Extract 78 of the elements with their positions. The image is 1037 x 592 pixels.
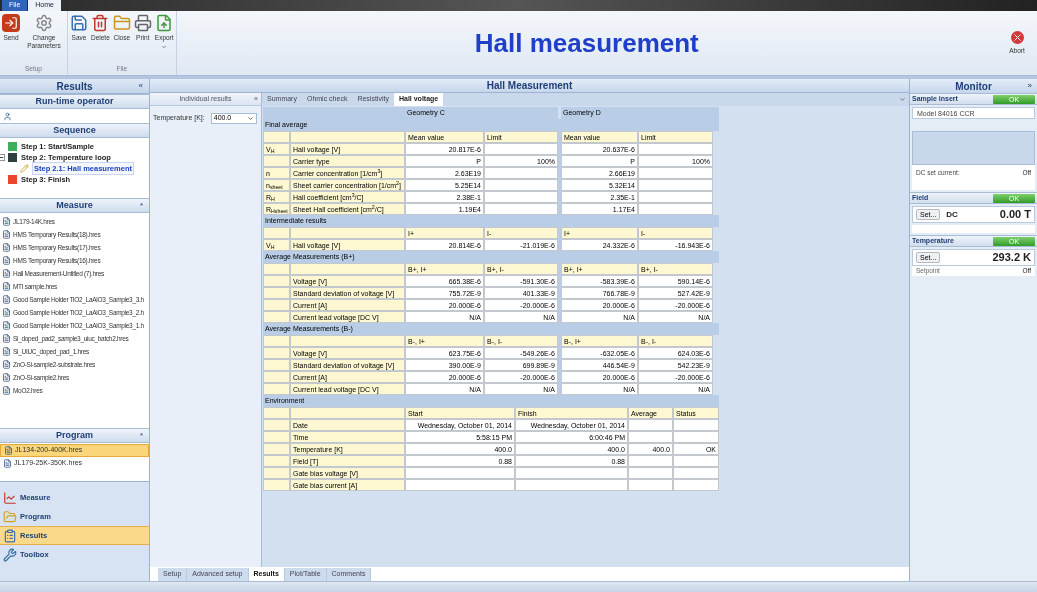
table-cell: [673, 419, 719, 431]
table-cell: [263, 371, 290, 383]
gear-icon: [35, 14, 53, 32]
collapse-button[interactable]: *: [139, 429, 143, 442]
folder-icon: [112, 14, 131, 32]
file-icon: [2, 282, 11, 291]
table-cell: [263, 347, 290, 359]
page-title: Hall measurement: [474, 26, 699, 60]
table-cell: [628, 431, 673, 443]
save-icon: [70, 14, 88, 32]
panel-title: Results: [56, 79, 93, 94]
file-icon: [2, 360, 11, 369]
file-icon: [2, 347, 11, 356]
table-cell: [628, 467, 673, 479]
file-icon: [4, 446, 13, 455]
file-icon: [2, 243, 11, 252]
table-cell: [673, 479, 719, 491]
table-cell: [263, 419, 290, 431]
table-cell: [263, 335, 290, 347]
table-cell: [263, 131, 290, 143]
collapse-icon[interactable]: [0, 154, 5, 161]
panel-title: Monitor: [955, 79, 992, 94]
file-icon: [2, 269, 11, 278]
collapse-button[interactable]: »: [1027, 80, 1032, 92]
table-cell: [263, 407, 290, 419]
delete-icon: [91, 14, 110, 32]
panel-title: Hall Measurement: [486, 79, 573, 93]
table-cell: [628, 479, 673, 491]
table-cell: [263, 155, 290, 167]
table-cell: [628, 455, 673, 467]
panel-title: Sequence: [53, 123, 96, 137]
clipboard-icon: [3, 528, 17, 543]
file-icon: [2, 217, 11, 226]
user-icon: [3, 111, 12, 121]
panel-title: Program: [56, 428, 93, 442]
panel-title: Run-time operator: [35, 94, 114, 108]
table-cell: [263, 359, 290, 371]
table-cell: [263, 443, 290, 455]
close-icon: [1010, 30, 1024, 44]
table-cell: [263, 455, 290, 467]
panel-title: Measure: [56, 198, 93, 212]
dropdown-caret-icon: [899, 96, 906, 103]
table-cell: [263, 275, 290, 287]
mode-label: DC: [946, 208, 958, 221]
print-icon: [133, 14, 152, 32]
file-icon: [2, 308, 11, 317]
wrench-icon: [3, 547, 17, 562]
file-icon: [2, 230, 11, 239]
file-icon: [2, 295, 11, 304]
collapse-button[interactable]: «: [138, 80, 143, 92]
file-icon: [3, 459, 12, 468]
field-reading: 0.00 T: [999, 207, 1031, 223]
pencil-icon: [20, 164, 29, 173]
chart-icon: [3, 490, 17, 505]
table-cell: [673, 467, 719, 479]
table-cell: [263, 263, 290, 275]
folder-icon: [3, 509, 17, 524]
table-cell: [673, 455, 719, 467]
table-cell: [263, 467, 290, 479]
file-icon: [2, 256, 11, 265]
collapse-button[interactable]: *: [139, 199, 143, 212]
file-icon: [2, 321, 11, 330]
export-icon: [155, 14, 174, 32]
table-cell: [263, 287, 290, 299]
table-cell: [263, 299, 290, 311]
temperature-reading: 293.2 K: [992, 250, 1031, 266]
dropdown-caret-icon: [246, 115, 254, 122]
send-icon: [2, 14, 20, 32]
file-icon: [2, 386, 11, 395]
table-cell: [263, 383, 290, 395]
table-cell: [263, 227, 290, 239]
table-cell: [263, 479, 290, 491]
file-icon: [2, 373, 11, 382]
table-cell: [628, 419, 673, 431]
table-cell: [673, 431, 719, 443]
table-cell: [263, 431, 290, 443]
table-cell: [263, 311, 290, 323]
file-icon: [2, 334, 11, 343]
